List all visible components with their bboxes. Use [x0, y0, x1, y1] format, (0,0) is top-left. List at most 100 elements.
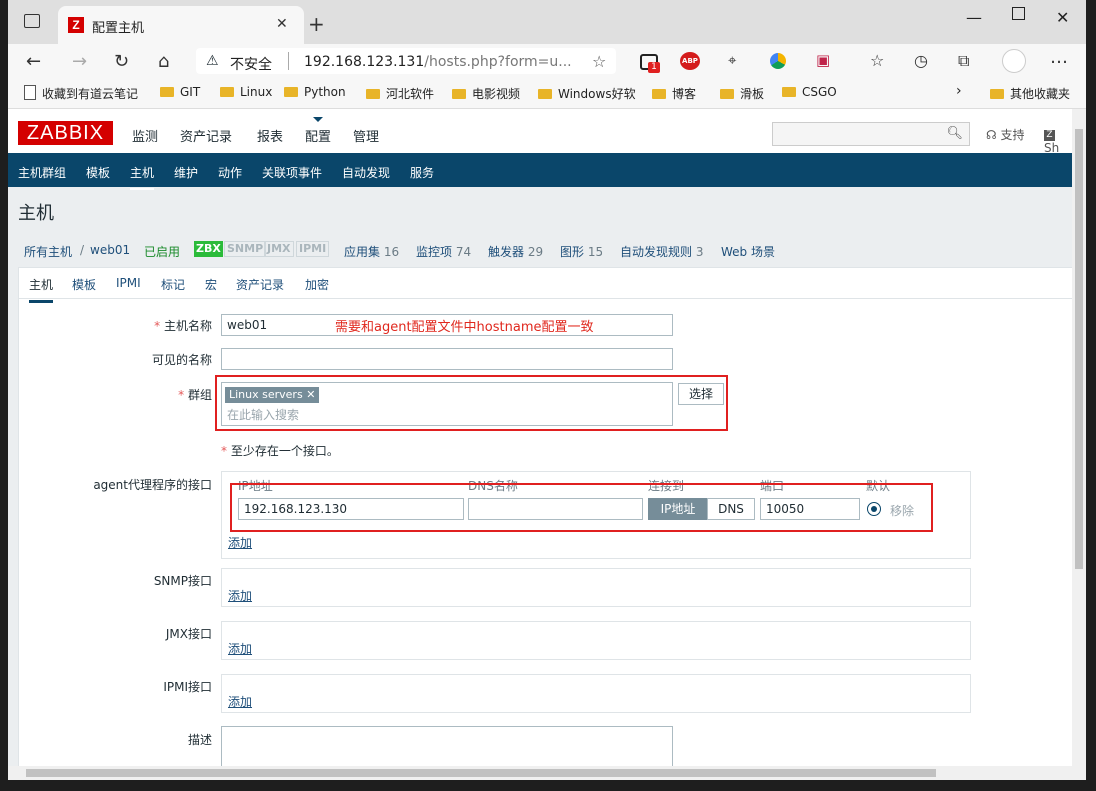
cursor-extension-icon[interactable]: ⌖ — [728, 51, 736, 69]
submenu-maintenance[interactable]: 维护 — [174, 164, 198, 181]
tab-host[interactable]: 主机 — [29, 276, 54, 303]
menu-inventory[interactable]: 资产记录 — [180, 126, 232, 145]
bookmarks-overflow-icon[interactable]: › — [956, 83, 962, 99]
profile-avatar[interactable] — [1002, 49, 1026, 73]
bookmark-linux[interactable]: Linux — [220, 85, 272, 99]
agent-interface-label: agent代理程序的接口 — [93, 478, 212, 492]
page-icon — [24, 85, 36, 100]
bookmark-git[interactable]: GIT — [160, 85, 200, 99]
add-agent-interface-link[interactable]: 添加 — [228, 534, 252, 551]
bookmark-skate[interactable]: 滑板 — [720, 85, 764, 102]
global-search-input[interactable]: 🔍︎ — [772, 122, 970, 146]
bookmark-blog[interactable]: 博客 — [652, 85, 696, 102]
support-link[interactable]: ☊ 支持 — [986, 126, 1025, 143]
submenu-discovery[interactable]: 自动发现 — [342, 164, 390, 181]
sub-navigation: 主机群组 模板 主机 维护 动作 关联项事件 自动发现 服务 — [8, 153, 1072, 190]
bookmark-hebei[interactable]: 河北软件 — [366, 85, 434, 102]
browser-window: Z 配置主机 ✕ + — ✕ ← → ↻ ⌂ ⚠ 不安全 192.168.123… — [8, 0, 1086, 791]
new-tab-icon[interactable]: + — [308, 12, 325, 36]
tab-encryption[interactable]: 加密 — [305, 276, 329, 293]
more-menu-icon[interactable]: … — [1050, 47, 1068, 68]
add-favorite-icon[interactable]: ☆ — [592, 52, 606, 71]
tab-tags[interactable]: 标记 — [161, 276, 185, 293]
horizontal-scroll-thumb[interactable] — [26, 769, 936, 777]
breadcrumb-host[interactable]: web01 — [90, 243, 130, 257]
vertical-scroll-thumb[interactable] — [1075, 129, 1083, 569]
availability-zbx: ZBX — [194, 241, 223, 257]
host-form: 主机 模板 IPMI 标记 宏 资产记录 加密 * 主机名称 web01 需要和… — [18, 267, 1072, 766]
folder-icon — [652, 89, 666, 99]
submenu-actions[interactable]: 动作 — [218, 164, 242, 181]
menu-monitoring[interactable]: 监测 — [132, 126, 158, 145]
tv-extension-icon[interactable]: ▣ — [816, 51, 830, 69]
bookmark-windows[interactable]: Windows好软 — [538, 85, 636, 102]
forward-icon[interactable]: → — [72, 51, 87, 72]
vertical-scrollbar[interactable] — [1072, 109, 1086, 766]
link-items[interactable]: 监控项 74 — [416, 243, 471, 260]
zabbix-logo[interactable]: ZABBIX — [18, 121, 113, 145]
refresh-icon[interactable]: ↻ — [114, 51, 129, 72]
ipmi-interface-box — [221, 674, 971, 713]
close-window-icon[interactable]: ✕ — [1056, 8, 1069, 27]
submenu-templates[interactable]: 模板 — [86, 164, 110, 181]
color-extension-icon[interactable] — [770, 53, 786, 69]
add-snmp-interface-link[interactable]: 添加 — [228, 587, 252, 604]
minimize-icon[interactable]: — — [966, 8, 982, 27]
navigation-bar: ← → ↻ ⌂ ⚠ 不安全 192.168.123.131/hosts.php?… — [8, 44, 1086, 78]
search-icon[interactable]: 🔍︎ — [946, 126, 963, 141]
adblock-icon[interactable]: ABP — [680, 52, 700, 70]
bookmark-youdao[interactable]: 收藏到有道云笔记 — [24, 85, 138, 102]
back-icon[interactable]: ← — [26, 51, 41, 72]
folder-icon — [720, 89, 734, 99]
hostname-annotation: 需要和agent配置文件中hostname配置一致 — [335, 320, 594, 335]
description-textarea[interactable] — [221, 726, 673, 766]
description-label: 描述 — [187, 733, 212, 747]
link-discovery-rules[interactable]: 自动发现规则 3 — [620, 243, 703, 260]
submenu-host-groups[interactable]: 主机群组 — [18, 164, 66, 181]
tab-macros[interactable]: 宏 — [205, 276, 217, 293]
tab-close-icon[interactable]: ✕ — [276, 16, 288, 32]
status-enabled[interactable]: 已启用 — [144, 243, 180, 260]
maximize-icon[interactable] — [1012, 7, 1025, 20]
bookmark-csgo[interactable]: CSGO — [782, 85, 837, 99]
breadcrumb-all-hosts[interactable]: 所有主机 — [24, 243, 72, 260]
form-tabs: 主机 模板 IPMI 标记 宏 资产记录 加密 — [19, 268, 1072, 303]
submenu-services[interactable]: 服务 — [410, 164, 434, 181]
menu-administration[interactable]: 管理 — [353, 126, 379, 145]
browser-tab[interactable]: Z 配置主机 ✕ — [58, 6, 304, 44]
share-link[interactable]: ZSh — [1044, 126, 1072, 155]
link-graphs[interactable]: 图形 15 — [560, 243, 603, 260]
submenu-correlation[interactable]: 关联项事件 — [262, 164, 322, 181]
history-icon[interactable]: ◷ — [914, 51, 928, 70]
link-web-scenarios[interactable]: Web 场景 — [721, 243, 775, 260]
folder-icon — [782, 87, 796, 97]
address-bar[interactable]: ⚠ 不安全 192.168.123.131/hosts.php?form=u..… — [196, 48, 616, 74]
link-triggers[interactable]: 触发器 29 — [488, 243, 543, 260]
favorites-icon[interactable]: ☆ — [870, 51, 884, 70]
highlight-box-interface — [230, 483, 933, 532]
add-ipmi-interface-link[interactable]: 添加 — [228, 693, 252, 710]
visible-name-input[interactable] — [221, 348, 673, 370]
tab-templates[interactable]: 模板 — [72, 276, 96, 293]
headset-icon: ☊ — [986, 128, 1001, 142]
bookmark-python[interactable]: Python — [284, 85, 346, 99]
submenu-hosts[interactable]: 主机 — [130, 164, 155, 190]
link-applications[interactable]: 应用集 16 — [344, 243, 399, 260]
home-icon[interactable]: ⌂ — [158, 51, 169, 72]
bookmark-other[interactable]: 其他收藏夹 — [990, 85, 1070, 102]
collections-icon[interactable]: ⧉ — [958, 51, 969, 71]
url-text: 192.168.123.131/hosts.php?form=u... — [304, 54, 572, 70]
tab-actions-icon[interactable] — [24, 14, 40, 28]
menu-reports[interactable]: 报表 — [257, 126, 283, 145]
add-jmx-interface-link[interactable]: 添加 — [228, 640, 252, 657]
menu-configuration[interactable]: 配置 — [305, 117, 331, 145]
availability-ipmi: IPMI — [296, 241, 330, 257]
horizontal-scrollbar[interactable] — [8, 766, 1086, 780]
tab-ipmi[interactable]: IPMI — [116, 276, 141, 290]
tab-inventory[interactable]: 资产记录 — [236, 276, 284, 293]
snmp-interface-box — [221, 568, 971, 607]
share-z-icon: Z — [1044, 130, 1055, 141]
bookmark-movies[interactable]: 电影视频 — [452, 85, 520, 102]
bookmarks-bar: 收藏到有道云笔记 GIT Linux Python 河北软件 电影视频 Wind… — [8, 78, 1086, 109]
visible-name-label: 可见的名称 — [151, 353, 212, 367]
